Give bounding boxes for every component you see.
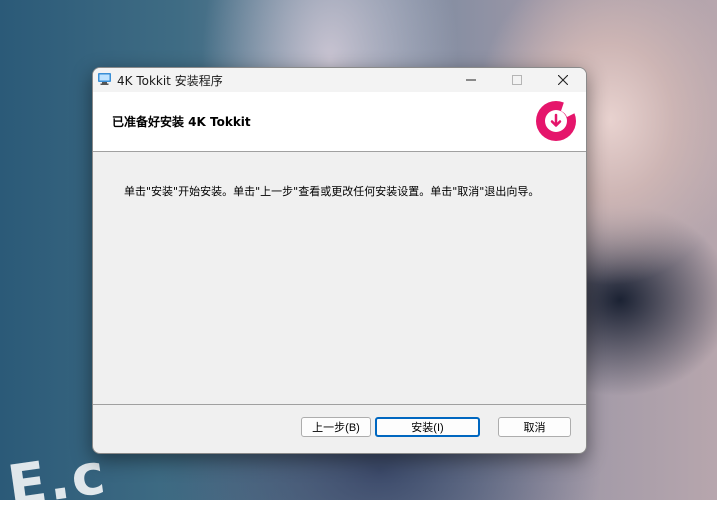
close-button[interactable] bbox=[540, 68, 586, 92]
background-text: E.c bbox=[3, 441, 111, 520]
maximize-icon bbox=[512, 75, 522, 85]
minimize-button[interactable] bbox=[448, 68, 494, 92]
maximize-button[interactable] bbox=[494, 68, 540, 92]
installer-dialog: 4K Tokkit 安装程序 已准备好安装 4K Tokkit 单击"安装"开始… bbox=[92, 67, 587, 454]
close-icon bbox=[558, 75, 568, 85]
title-bar[interactable]: 4K Tokkit 安装程序 bbox=[93, 68, 586, 92]
dialog-header: 已准备好安装 4K Tokkit bbox=[93, 92, 586, 152]
cancel-button[interactable]: 取消 bbox=[498, 417, 571, 437]
install-button[interactable]: 安装(I) bbox=[375, 417, 480, 437]
installer-icon bbox=[98, 73, 111, 85]
back-button[interactable]: 上一步(B) bbox=[301, 417, 371, 437]
footer-divider bbox=[93, 404, 586, 405]
download-logo-icon bbox=[536, 101, 576, 141]
install-message: 单击"安装"开始安装。单击"上一步"查看或更改任何安装设置。单击"取消"退出向导… bbox=[124, 185, 540, 198]
window-title: 4K Tokkit 安装程序 bbox=[117, 74, 223, 88]
minimize-icon bbox=[466, 79, 476, 81]
page-title: 已准备好安装 4K Tokkit bbox=[112, 115, 251, 129]
